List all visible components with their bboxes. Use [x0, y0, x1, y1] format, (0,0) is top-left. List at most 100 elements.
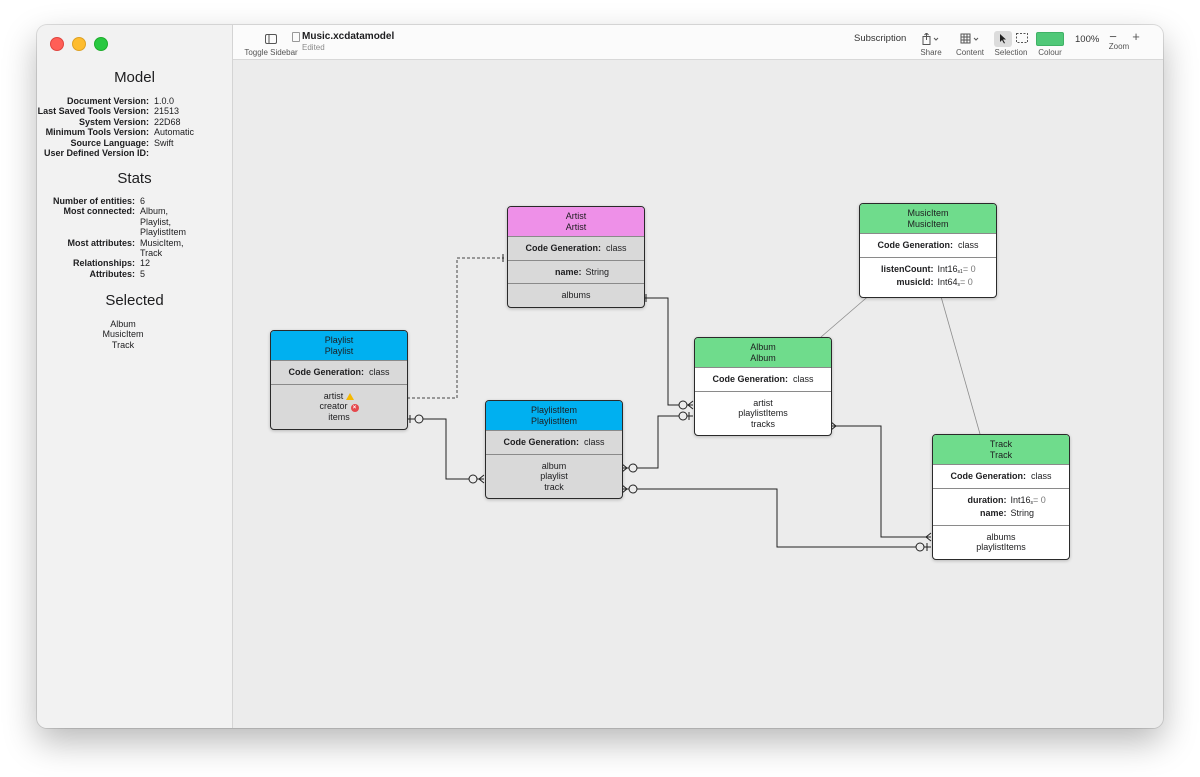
stats-key: Relationships: [72, 258, 135, 269]
attribute-type: String [585, 266, 610, 277]
attributes-section: name: String [508, 261, 644, 284]
marquee-select-icon[interactable] [1016, 33, 1028, 45]
subscription-button[interactable]: Subscription [854, 33, 906, 44]
attribute-duration[interactable]: duration: Int16s= 0 [933, 495, 1069, 509]
entity-class: Playlist [324, 345, 354, 356]
relationship-creator[interactable]: creator × [271, 401, 407, 412]
attribute-musicid[interactable]: musicId: Int64s= 0 [860, 277, 996, 291]
entity-header: Artist Artist [508, 207, 644, 237]
entity-name: MusicItem [907, 208, 949, 218]
relationship-playlistitems[interactable]: playlistItems [695, 408, 831, 419]
model-canvas[interactable]: Artist Artist Code Generation: class nam… [233, 60, 1163, 728]
relationship-album[interactable]: album [486, 461, 622, 472]
relationship-albums[interactable]: albums [933, 532, 1069, 543]
attribute-type: Int16s1= 0 [938, 264, 996, 278]
stats-row-relationships: Relationships: 12 [37, 258, 232, 268]
selection-tools[interactable]: Selection [994, 25, 1028, 57]
relationship-items[interactable]: items [271, 412, 407, 423]
model-key: System Version: [78, 116, 149, 127]
share-button[interactable]: Share [917, 25, 945, 57]
attribute-key: listenCount: [881, 263, 934, 274]
entity-header: Playlist Playlist [271, 331, 407, 361]
codegen-section: Code Generation: class [860, 234, 996, 258]
relationship-label: artist [323, 390, 344, 401]
selection-label: Selection [994, 48, 1028, 57]
entity-class: PlaylistItem [530, 415, 577, 426]
attribute-type-name: Int64 [937, 277, 958, 287]
attribute-key: name: [555, 266, 582, 277]
relationships-section: albums [508, 284, 644, 307]
entity-class: Track [989, 449, 1013, 460]
stats-value: MusicItem, Track [140, 238, 232, 259]
attribute-listencount[interactable]: listenCount: Int16s1= 0 [860, 264, 996, 278]
error-icon: × [350, 404, 359, 412]
relationship-playlistitems[interactable]: playlistItems [933, 542, 1069, 553]
model-value: 22D68 [154, 116, 181, 127]
model-row-document-version: Document Version: 1.0.0 [37, 96, 232, 106]
codegen-key: Code Generation: [877, 240, 953, 250]
relationships-section: albums playlistItems [933, 526, 1069, 559]
codegen-section: Code Generation: class [933, 465, 1069, 489]
stats-list: Number of entities: 6 Most connected: Albu… [37, 196, 232, 279]
entity-name: Track [989, 439, 1013, 449]
relationship-albums[interactable]: albums [508, 290, 644, 301]
selected-section-title: Selected [105, 292, 164, 309]
zoom-window-button[interactable] [94, 37, 108, 51]
codegen-section: Code Generation: class [486, 431, 622, 455]
minimize-window-button[interactable] [72, 37, 86, 51]
content-label: Content [955, 48, 985, 57]
relationship-tracks[interactable]: tracks [695, 419, 831, 430]
content-button[interactable]: Content [955, 25, 985, 57]
close-window-button[interactable] [50, 37, 64, 51]
zoom-control: Zoom [1095, 42, 1143, 51]
relationship-artist[interactable]: artist [695, 398, 831, 409]
attribute-default: = 0 [960, 277, 973, 287]
stats-value-line: PlaylistItem [140, 227, 187, 238]
relationships-section: album playlist track [486, 455, 622, 499]
entity-class: Artist [565, 221, 587, 232]
grid-icon [955, 30, 985, 48]
document-icon [292, 32, 300, 42]
pointer-icon[interactable] [994, 31, 1012, 47]
entity-playlistitem[interactable]: PlaylistItem PlaylistItem Code Generatio… [485, 400, 623, 499]
codegen-key: Code Generation: [712, 374, 788, 384]
attribute-type: Int16s= 0 [1011, 495, 1069, 509]
model-value[interactable] [154, 148, 232, 158]
entity-artist[interactable]: Artist Artist Code Generation: class nam… [507, 206, 645, 308]
model-key: Minimum Tools Version: [45, 127, 149, 138]
attribute-type: Int64s= 0 [938, 277, 996, 291]
entity-class: Album [750, 352, 776, 363]
stats-section-title: Stats [117, 170, 152, 187]
attribute-key: musicId: [896, 277, 934, 287]
model-row-last-saved-tools: Last Saved Tools Version: 21513 [37, 106, 232, 116]
entity-track[interactable]: Track Track Code Generation: class durat… [932, 434, 1070, 560]
selected-item: Track [111, 339, 135, 350]
relationships-section: artist creator × items [271, 385, 407, 429]
codegen-key: Code Generation: [288, 367, 364, 377]
entity-name: Album [750, 342, 776, 352]
stats-value: 12 [140, 258, 151, 269]
app-window: Model Document Version: 1.0.0 Last Saved … [37, 25, 1163, 728]
codegen-section: Code Generation: class [271, 361, 407, 385]
colour-picker[interactable]: Colour [1035, 25, 1065, 57]
stats-value: Album, Playlist, PlaylistItem [140, 206, 232, 237]
selected-item: Album [110, 319, 136, 329]
entity-musicitem[interactable]: MusicItem MusicItem Code Generation: cla… [859, 203, 997, 298]
stats-key: Number of entities: [52, 196, 135, 206]
entity-playlist[interactable]: Playlist Playlist Code Generation: class… [270, 330, 408, 430]
relationship-track[interactable]: track [486, 482, 622, 493]
toolbar: Toggle Sidebar Music.xcdatamodel Edited … [233, 25, 1163, 60]
attribute-name[interactable]: name: String [933, 508, 1069, 519]
relationship-artist[interactable]: artist [271, 391, 407, 402]
model-row-user-defined-version: User Defined Version ID: [37, 148, 232, 158]
document-title[interactable]: Music.xcdatamodel [302, 31, 394, 42]
relationship-label: creator [319, 401, 348, 411]
attribute-type: String [1010, 508, 1035, 518]
stats-value-line: MusicItem, [140, 237, 184, 248]
colour-swatch[interactable] [1036, 32, 1064, 46]
entity-album[interactable]: Album Album Code Generation: class artis… [694, 337, 832, 436]
attribute-type-name: Int16 [1010, 494, 1031, 505]
attribute-name[interactable]: name: String [508, 267, 644, 278]
relationship-playlist[interactable]: playlist [486, 471, 622, 482]
attributes-section: listenCount: Int16s1= 0 musicId: Int64s= 0 [860, 258, 996, 297]
